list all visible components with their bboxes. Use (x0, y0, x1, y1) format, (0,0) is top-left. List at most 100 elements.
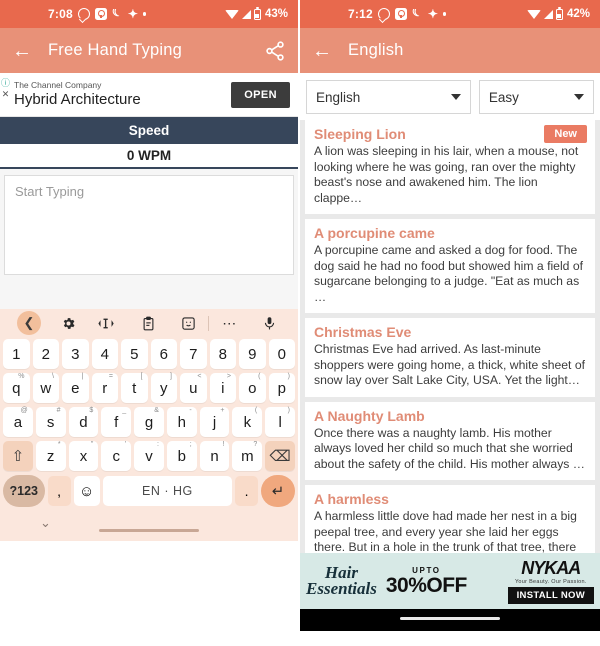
share-icon[interactable] (264, 40, 286, 62)
key-e[interactable]: | e (62, 373, 89, 403)
emoji-icon[interactable]: ☺ (73, 476, 100, 506)
nykaa-install-button[interactable]: INSTALL NOW (507, 586, 594, 604)
key-j[interactable]: + j (199, 407, 230, 437)
key-x[interactable]: " x (68, 441, 99, 471)
keyboard-nav-bar: ⌄ (0, 509, 298, 537)
home-indicator[interactable] (99, 529, 199, 532)
key-a[interactable]: @ a (2, 407, 33, 437)
key-superscript: $ (89, 407, 94, 414)
dot-icon (142, 12, 147, 16)
key-space[interactable]: EN · HG (102, 476, 233, 506)
story-title: A harmless (314, 491, 389, 507)
clipboard-icon[interactable] (129, 316, 169, 331)
status-bar-left: 7:08 ✦ (48, 7, 147, 21)
gear-icon[interactable] (49, 316, 89, 331)
app-bar: ← Free Hand Typing (0, 28, 298, 73)
key-4[interactable]: 4 (91, 339, 118, 369)
key-comma[interactable]: , (47, 476, 71, 506)
chevron-down-icon (450, 94, 461, 100)
key-s[interactable]: # s (35, 407, 66, 437)
key-b[interactable]: ; b (166, 441, 197, 471)
chevron-down-icon[interactable]: ⌄ (40, 515, 51, 531)
text-edit-icon[interactable] (89, 317, 129, 330)
key-7[interactable]: 7 (180, 339, 207, 369)
key-p[interactable]: ) p (268, 373, 295, 403)
battery-icon (253, 6, 261, 20)
key-d[interactable]: $ d (68, 407, 99, 437)
keyboard-toolbar: ❮ ⋯ (0, 309, 298, 337)
key-2[interactable]: 2 (32, 339, 59, 369)
story-excerpt: A harmless little dove had made her nest… (314, 509, 577, 553)
key-y[interactable]: ] y (150, 373, 177, 403)
key-superscript: | (81, 373, 84, 380)
key-q[interactable]: % q (3, 373, 30, 403)
story-excerpt: A porcupine came and asked a dog for foo… (314, 243, 583, 304)
key-5[interactable]: 5 (121, 339, 148, 369)
wifi-icon (526, 9, 541, 19)
key-shift[interactable]: ⇧ (2, 441, 33, 471)
key-0[interactable]: 0 (268, 339, 295, 369)
microphone-icon[interactable] (249, 316, 289, 331)
filter-row: English Easy (300, 73, 600, 120)
difficulty-select[interactable]: Easy (478, 80, 594, 114)
key-superscript: ! (222, 441, 225, 448)
key-6[interactable]: 6 (150, 339, 177, 369)
key-superscript: > (226, 373, 231, 380)
key-1[interactable]: 1 (3, 339, 30, 369)
screenshot-icon (394, 8, 407, 20)
story-card[interactable]: A harmless A harmless little dove had mad… (305, 485, 595, 553)
key-l[interactable]: ) l (265, 407, 296, 437)
battery-percent: 42% (566, 8, 590, 20)
typing-input[interactable]: Start Typing (4, 175, 294, 275)
typing-area-wrapper: Start Typing (0, 169, 298, 284)
key-i[interactable]: > i (209, 373, 236, 403)
back-icon[interactable]: ← (12, 41, 38, 61)
ad-close-icon[interactable]: ✕ (2, 90, 10, 99)
story-list[interactable]: Sleeping Lion New A lion was sleeping in h… (300, 120, 600, 553)
key-k[interactable]: (k (232, 407, 263, 437)
key-n[interactable]: ! n (199, 441, 230, 471)
ad-info-icon[interactable]: ⓘ (1, 79, 10, 88)
language-select[interactable]: English (306, 80, 471, 114)
key-c[interactable]: ' c (101, 441, 132, 471)
sticker-icon[interactable] (168, 316, 208, 331)
back-icon[interactable]: ← (312, 41, 338, 61)
key-3[interactable]: 3 (62, 339, 89, 369)
status-bar-right-panel: 7:12 ✦ 42% (300, 0, 600, 28)
key-w[interactable]: \ w (32, 373, 59, 403)
story-card[interactable]: A porcupine came A porcupine came and ask… (305, 219, 595, 313)
key-v[interactable]: :v (134, 441, 164, 471)
inline-ad-banner[interactable]: ⓘ ✕ The Channel Company Hybrid Architect… (0, 73, 298, 117)
key-numsym[interactable]: ?123 (3, 475, 45, 507)
key-t[interactable]: [t (121, 373, 148, 403)
key-superscript: [ (140, 373, 143, 380)
more-icon[interactable]: ⋯ (209, 315, 249, 332)
story-card[interactable]: Christmas Eve Christmas Eve had arrived. … (305, 318, 595, 397)
key-r[interactable]: = r (91, 373, 118, 403)
ad-open-button[interactable]: OPEN (231, 81, 290, 108)
keyboard-back-button[interactable]: ❮ (9, 311, 49, 335)
key-superscript: ( (254, 407, 258, 414)
key-o[interactable]: (o (239, 373, 266, 403)
whatsapp-icon (377, 8, 390, 20)
key-8[interactable]: 8 (209, 339, 236, 369)
key-enter[interactable]: ↵ (261, 475, 295, 507)
key-backspace[interactable]: ⌫ (265, 441, 296, 471)
keyboard-row-home: @ a # s $ d _ f & g - h + j(k) l (0, 405, 298, 439)
status-bar: 7:08 ✦ 43% (0, 0, 298, 28)
key-m[interactable]: ? m (232, 441, 263, 471)
key-9[interactable]: 9 (239, 339, 266, 369)
key-h[interactable]: -h (166, 407, 197, 437)
key-f[interactable]: _ f (101, 407, 132, 437)
key-superscript: * (57, 441, 61, 448)
page-title: English (348, 41, 404, 59)
key-z[interactable]: * z (35, 441, 66, 471)
key-superscript: - (189, 407, 192, 414)
nykaa-ad-banner[interactable]: Hair Essentials UPTO 30%OFF NYKAA Your B… (300, 553, 600, 609)
key-period[interactable]: . (235, 476, 259, 506)
key-u[interactable]: < u (180, 373, 207, 403)
story-card[interactable]: A Naughty Lamb Once there was a naughty l… (305, 401, 595, 480)
story-card[interactable]: Sleeping Lion New A lion was sleeping in h… (305, 120, 595, 214)
key-g[interactable]: & g (134, 407, 164, 437)
ad-text: The Channel Company Hybrid Architecture (14, 80, 141, 109)
